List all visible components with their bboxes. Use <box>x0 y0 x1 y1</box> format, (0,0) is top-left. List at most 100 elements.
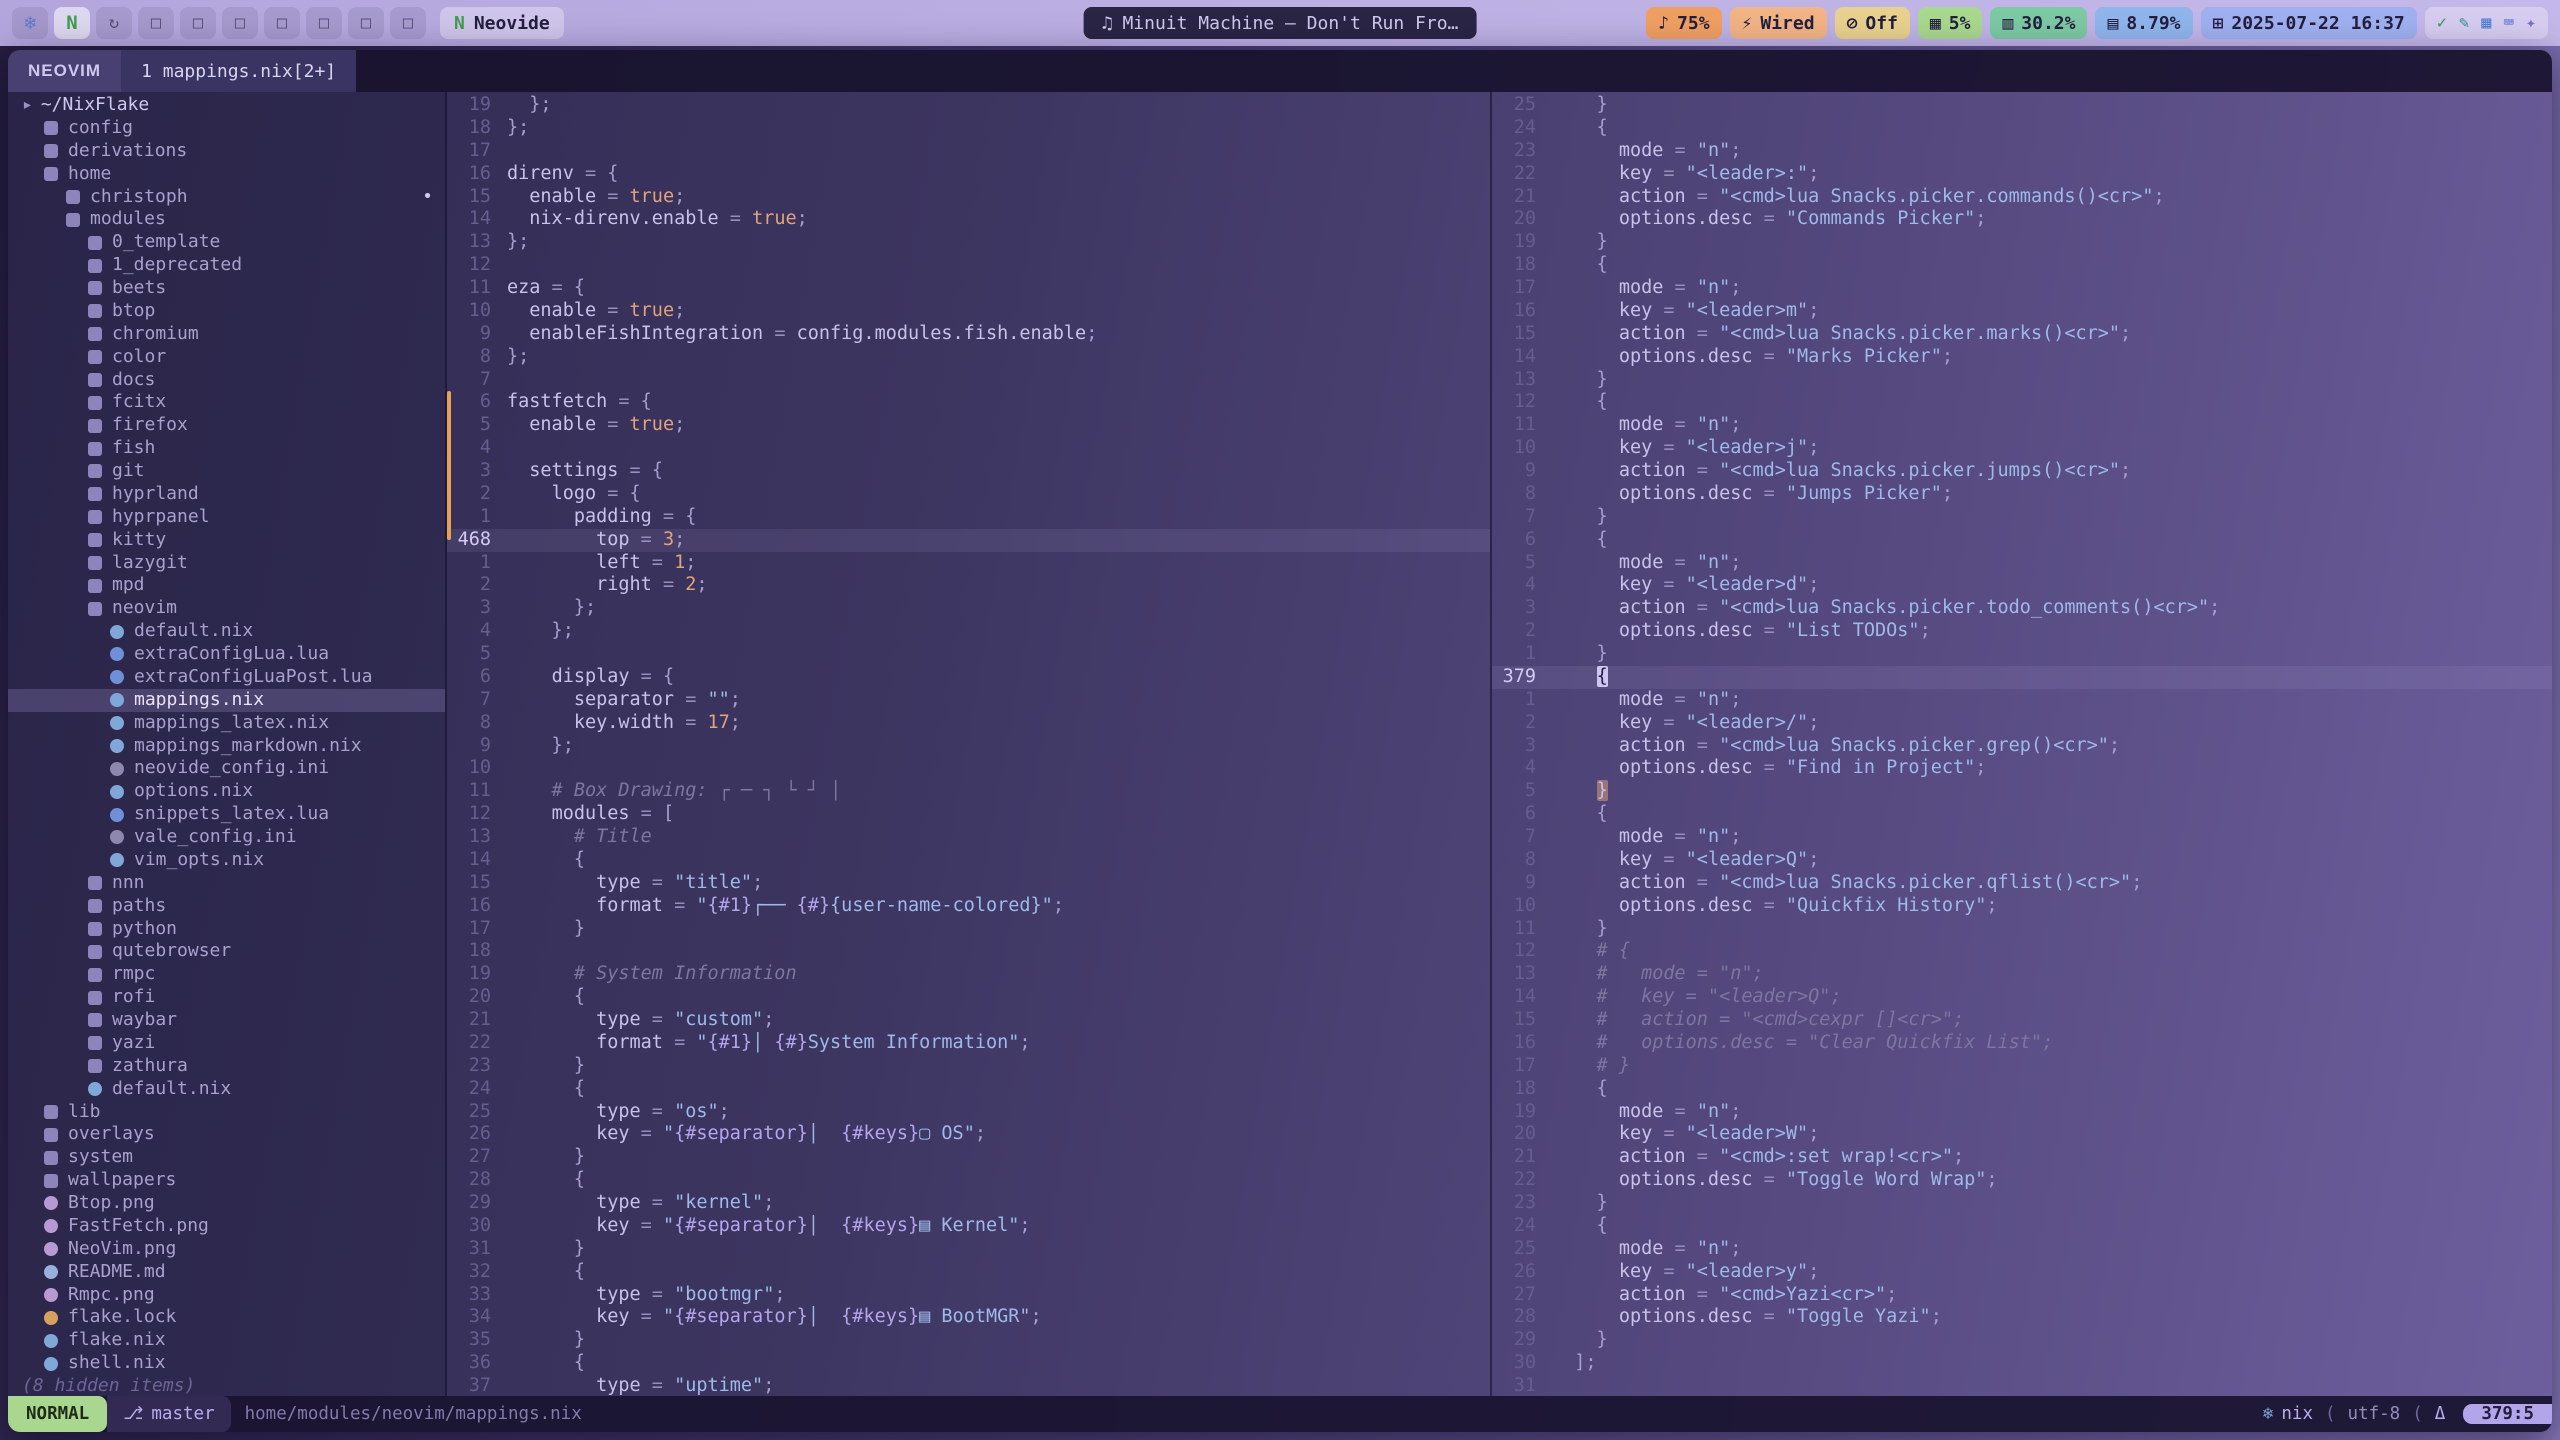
code-line[interactable]: 4 key = "<leader>d"; <box>1492 574 2552 597</box>
display-icon[interactable]: ▦ <box>2481 13 2491 33</box>
code-line[interactable]: 5 enable = true; <box>447 414 1490 437</box>
tree-item[interactable]: extraConfigLua.lua <box>8 643 445 666</box>
code-line[interactable]: 8 key = "<leader>Q"; <box>1492 849 2552 872</box>
tree-item[interactable]: neovide_config.ini <box>8 757 445 780</box>
code-line[interactable]: 29 } <box>1492 1329 2552 1352</box>
tree-item[interactable]: rmpc <box>8 963 445 986</box>
active-app-chip[interactable]: N Neovide <box>440 7 564 39</box>
volume-badge[interactable]: ♪75% <box>1646 7 1721 39</box>
workspace-button-active[interactable]: N <box>54 7 90 39</box>
code-line[interactable]: 16direnv = { <box>447 163 1490 186</box>
code-line[interactable]: 16 # options.desc = "Clear Quickfix List… <box>1492 1032 2552 1055</box>
code-line[interactable]: 12 # { <box>1492 940 2552 963</box>
code-line[interactable]: 12 modules = [ <box>447 803 1490 826</box>
git-branch-segment[interactable]: ⎇ master <box>107 1396 230 1432</box>
code-line-cursor[interactable]: 379 { <box>1492 666 2552 689</box>
code-line[interactable]: 19 mode = "n"; <box>1492 1101 2552 1124</box>
code-line[interactable]: 9 }; <box>447 735 1490 758</box>
tree-item[interactable]: NeoVim.png <box>8 1238 445 1261</box>
tree-item[interactable]: beets <box>8 277 445 300</box>
memory-badge[interactable]: ▥30.2% <box>1990 7 2087 39</box>
code-line[interactable]: 7 } <box>1492 506 2552 529</box>
tree-item[interactable]: flake.lock <box>8 1306 445 1329</box>
tree-item[interactable]: snippets_latex.lua <box>8 803 445 826</box>
tree-item[interactable]: fish <box>8 437 445 460</box>
tree-item[interactable]: options.nix <box>8 780 445 803</box>
code-line[interactable]: 9 enableFishIntegration = config.modules… <box>447 323 1490 346</box>
code-line[interactable]: 11 # Box Drawing: ┌ ─ ┐ └ ┘ │ <box>447 780 1490 803</box>
tree-item[interactable]: color <box>8 346 445 369</box>
code-line[interactable]: 19 # System Information <box>447 963 1490 986</box>
tree-item[interactable]: rofi <box>8 986 445 1009</box>
code-line[interactable]: 29 type = "kernel"; <box>447 1192 1490 1215</box>
code-line[interactable]: 24 { <box>1492 117 2552 140</box>
code-line[interactable]: 14 { <box>447 849 1490 872</box>
network-badge[interactable]: ⚡Wired <box>1730 7 1827 39</box>
code-line[interactable]: 9 action = "<cmd>lua Snacks.picker.qflis… <box>1492 872 2552 895</box>
code-line[interactable]: 1 mode = "n"; <box>1492 689 2552 712</box>
code-line[interactable]: 3 settings = { <box>447 460 1490 483</box>
workspace-button[interactable]: ❄ <box>12 7 48 39</box>
dnd-badge[interactable]: ⊘Off <box>1835 7 1910 39</box>
code-line[interactable]: 23 mode = "n"; <box>1492 140 2552 163</box>
code-line[interactable]: 13 # mode = "n"; <box>1492 963 2552 986</box>
code-line[interactable]: 22 options.desc = "Toggle Word Wrap"; <box>1492 1169 2552 1192</box>
code-line[interactable]: 4 }; <box>447 620 1490 643</box>
code-line[interactable]: 5 mode = "n"; <box>1492 552 2552 575</box>
code-line[interactable]: 4 options.desc = "Find in Project"; <box>1492 757 2552 780</box>
code-line[interactable]: 25 type = "os"; <box>447 1101 1490 1124</box>
workspace-button[interactable]: □ <box>264 7 300 39</box>
code-line[interactable]: 15 action = "<cmd>lua Snacks.picker.mark… <box>1492 323 2552 346</box>
code-line[interactable]: 3 }; <box>447 597 1490 620</box>
cpu-badge[interactable]: ▦5% <box>1918 7 1983 39</box>
code-line[interactable]: 6 { <box>1492 529 2552 552</box>
workspace-button[interactable]: ↻ <box>96 7 132 39</box>
code-line[interactable]: 23 } <box>447 1055 1490 1078</box>
code-line[interactable]: 2 right = 2; <box>447 574 1490 597</box>
code-line[interactable]: 33 type = "bootmgr"; <box>447 1284 1490 1307</box>
code-line[interactable]: 6 { <box>1492 803 2552 826</box>
code-line[interactable]: 15 type = "title"; <box>447 872 1490 895</box>
code-line[interactable]: 2 options.desc = "List TODOs"; <box>1492 620 2552 643</box>
code-line-cursor[interactable]: 468 top = 3; <box>447 529 1490 552</box>
code-line[interactable]: 35 } <box>447 1329 1490 1352</box>
code-line[interactable]: 19 }; <box>447 94 1490 117</box>
tree-item[interactable]: chromium <box>8 323 445 346</box>
tree-item[interactable]: wallpapers <box>8 1169 445 1192</box>
code-line[interactable]: 8}; <box>447 346 1490 369</box>
tree-item[interactable]: christoph• <box>8 186 445 209</box>
workspace-button[interactable]: □ <box>222 7 258 39</box>
tree-item[interactable]: python <box>8 918 445 941</box>
code-line[interactable]: 14 # key = "<leader>Q"; <box>1492 986 2552 1009</box>
code-line[interactable]: 31 } <box>447 1238 1490 1261</box>
code-line[interactable]: 16 key = "<leader>m"; <box>1492 300 2552 323</box>
tree-item[interactable]: git <box>8 460 445 483</box>
code-line[interactable]: 13}; <box>447 231 1490 254</box>
code-line[interactable]: 1 left = 1; <box>447 552 1490 575</box>
tree-item[interactable]: FastFetch.png <box>8 1215 445 1238</box>
tree-item[interactable]: Rmpc.png <box>8 1284 445 1307</box>
tree-item[interactable]: README.md <box>8 1261 445 1284</box>
tree-item[interactable]: mappings.nix <box>8 689 445 712</box>
code-line[interactable]: 9 action = "<cmd>lua Snacks.picker.jumps… <box>1492 460 2552 483</box>
tree-expand-arrow-icon[interactable]: ▸ <box>22 94 33 117</box>
tree-item[interactable]: yazi <box>8 1032 445 1055</box>
code-line[interactable]: 13 } <box>1492 369 2552 392</box>
code-line[interactable]: 7 separator = ""; <box>447 689 1490 712</box>
disk-badge[interactable]: ▤8.79% <box>2095 7 2192 39</box>
tree-item[interactable]: mappings_latex.nix <box>8 712 445 735</box>
tree-item[interactable]: hyprland <box>8 483 445 506</box>
tree-item[interactable]: neovim <box>8 597 445 620</box>
code-line[interactable]: 28 { <box>447 1169 1490 1192</box>
code-line[interactable]: 25 } <box>1492 94 2552 117</box>
tree-item[interactable]: docs <box>8 369 445 392</box>
code-line[interactable]: 12 { <box>1492 391 2552 414</box>
code-line[interactable]: 11 } <box>1492 918 2552 941</box>
workspace-button[interactable]: □ <box>348 7 384 39</box>
tree-item[interactable]: overlays <box>8 1123 445 1146</box>
code-line[interactable]: 22 format = "{#1}│ {#}System Information… <box>447 1032 1490 1055</box>
code-line[interactable]: 12 <box>447 254 1490 277</box>
code-line[interactable]: 24 { <box>1492 1215 2552 1238</box>
tree-item[interactable]: 0_template <box>8 231 445 254</box>
tree-item[interactable]: flake.nix <box>8 1329 445 1352</box>
